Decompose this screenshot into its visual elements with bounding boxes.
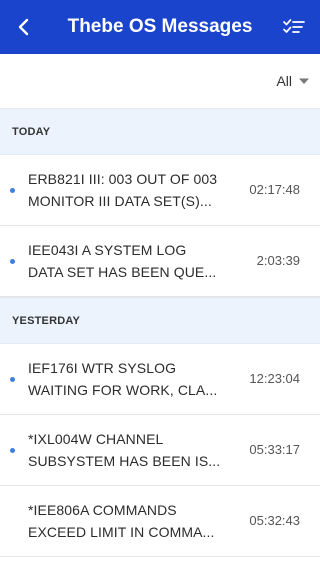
caret-down-icon <box>299 78 309 84</box>
message-text: *IEE806A COMMANDS EXCEED LIMIT IN COMMA..… <box>28 499 236 543</box>
unread-indicator-dot-icon <box>10 259 15 264</box>
message-text-line-1: *IEE806A COMMANDS <box>28 502 177 518</box>
message-text: *IXL004W CHANNEL SUBSYSTEM HAS BEEN IS... <box>28 428 236 472</box>
page-title: Thebe OS Messages <box>67 16 253 37</box>
message-list: TODAY ERB821I III: 003 OUT OF 003 MONITOR … <box>0 108 320 557</box>
filter-bar: All <box>0 54 320 108</box>
filter-dropdown[interactable]: All <box>276 70 310 92</box>
message-item[interactable]: *IXL004W CHANNEL SUBSYSTEM HAS BEEN IS...… <box>0 415 320 486</box>
message-text-line-2: SUBSYSTEM HAS BEEN IS... <box>28 453 221 469</box>
filter-selected-value: All <box>276 73 292 89</box>
message-item[interactable]: IEE043I A SYSTEM LOG DATA SET HAS BEEN QU… <box>0 226 320 297</box>
messages-screen: Thebe OS Messages All TODAY ERB821I III: … <box>0 0 320 568</box>
unread-indicator-dot-icon <box>10 377 15 382</box>
message-text-line-1: IEF176I WTR SYSLOG <box>28 360 177 376</box>
message-text: IEF176I WTR SYSLOG WAITING FOR WORK, CLA.… <box>28 357 236 401</box>
message-item[interactable]: *IEE806A COMMANDS EXCEED LIMIT IN COMMA..… <box>0 486 320 557</box>
unread-indicator-dot-icon <box>10 188 15 193</box>
message-timestamp: 2:03:39 <box>256 253 300 268</box>
message-timestamp: 05:32:43 <box>249 513 300 528</box>
message-text-line-1: IEE043I A SYSTEM LOG <box>28 242 187 258</box>
message-timestamp: 12:23:04 <box>249 371 300 386</box>
unread-indicator-dot-icon <box>10 448 15 453</box>
filter-list-button[interactable] <box>278 9 310 45</box>
message-text-line-2: MONITOR III DATA SET(S)... <box>28 193 212 209</box>
message-text: IEE043I A SYSTEM LOG DATA SET HAS BEEN QU… <box>28 239 236 283</box>
app-header: Thebe OS Messages <box>0 0 320 54</box>
message-text: ERB821I III: 003 OUT OF 003 MONITOR III D… <box>28 168 236 212</box>
message-text-line-1: ERB821I III: 003 OUT OF 003 <box>28 171 218 187</box>
section-header-yesterday: YESTERDAY <box>0 297 320 344</box>
message-text-line-2: DATA SET HAS BEEN QUE... <box>28 264 217 280</box>
message-timestamp: 05:33:17 <box>249 442 300 457</box>
chevron-left-icon <box>18 18 29 36</box>
section-header-today: TODAY <box>0 108 320 155</box>
message-text-line-2: WAITING FOR WORK, CLA... <box>28 382 218 398</box>
message-item[interactable]: IEF176I WTR SYSLOG WAITING FOR WORK, CLA.… <box>0 344 320 415</box>
message-item[interactable]: ERB821I III: 003 OUT OF 003 MONITOR III D… <box>0 155 320 226</box>
message-text-line-1: *IXL004W CHANNEL <box>28 431 164 447</box>
message-text-line-2: EXCEED LIMIT IN COMMA... <box>28 524 215 540</box>
back-button[interactable] <box>8 9 40 45</box>
checklist-filter-icon <box>283 19 305 33</box>
message-timestamp: 02:17:48 <box>249 182 300 197</box>
